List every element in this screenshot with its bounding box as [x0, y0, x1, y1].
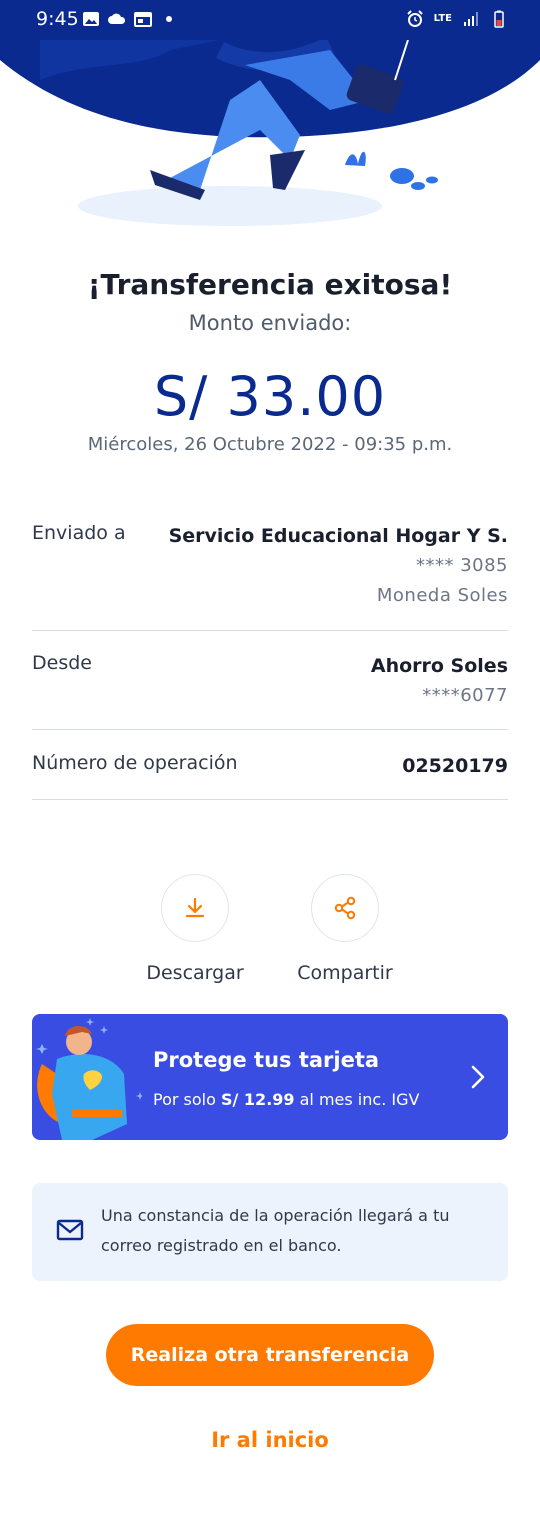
- mail-icon: [56, 1219, 84, 1241]
- promo-text-prefix: Por solo: [153, 1090, 221, 1109]
- download-label[interactable]: Descargar: [125, 962, 265, 984]
- detail-row-from: Desde Ahorro Soles ****6077: [32, 652, 508, 730]
- share-icon: [334, 896, 356, 920]
- signal-icon: [464, 12, 478, 26]
- battery-icon: [494, 10, 504, 28]
- promo-text-suffix: al mes inc. IGV: [294, 1090, 420, 1109]
- alarm-icon: [406, 10, 423, 27]
- image-icon: [83, 12, 99, 26]
- download-action[interactable]: Descargar: [125, 874, 265, 984]
- recipient-currency: Moneda Soles: [376, 585, 508, 606]
- dot-icon: [166, 16, 172, 22]
- promo-text: Por solo S/ 12.99 al mes inc. IGV: [153, 1090, 419, 1109]
- transfer-datetime: Miércoles, 26 Octubre 2022 - 09:35 p.m.: [87, 434, 453, 455]
- notice-text: Una constancia de la operación llegará a…: [101, 1206, 450, 1255]
- lte-icon: LTE: [433, 13, 452, 24]
- detail-row-operation: Número de operación 02520179: [32, 752, 508, 800]
- download-icon: [185, 897, 205, 918]
- chevron-right-icon[interactable]: [470, 1064, 486, 1090]
- hero-illustration: [0, 40, 540, 226]
- go-home-link[interactable]: Ir al inicio: [0, 1428, 540, 1452]
- status-time: 9:45: [36, 8, 79, 30]
- download-button[interactable]: [161, 874, 229, 942]
- amount-value: S/ 33.00: [153, 365, 387, 428]
- source-account-name: Ahorro Soles: [370, 655, 508, 677]
- share-button[interactable]: [311, 874, 379, 942]
- status-bar: 9:45 LTE: [0, 0, 540, 40]
- source-account-number: ****6077: [422, 685, 508, 706]
- share-action[interactable]: Compartir: [275, 874, 415, 984]
- page-title: ¡Transferencia exitosa!: [87, 268, 453, 301]
- cloud-icon: [108, 13, 126, 24]
- new-transfer-button[interactable]: Realiza otra transferencia: [106, 1324, 434, 1386]
- operation-number: 02520179: [402, 755, 508, 777]
- from-label: Desde: [32, 652, 92, 674]
- sent-to-label: Enviado a: [32, 522, 126, 544]
- promo-banner[interactable]: Protege tus tarjeta Por solo S/ 12.99 al…: [32, 1014, 508, 1140]
- amount-caption: Monto enviado:: [188, 311, 352, 335]
- promo-price: S/ 12.99: [220, 1090, 295, 1109]
- recipient-name: Servicio Educacional Hogar Y S.: [168, 525, 508, 547]
- recipient-account: **** 3085: [415, 555, 508, 576]
- share-label[interactable]: Compartir: [275, 962, 415, 984]
- calendar-icon: [134, 12, 152, 27]
- operation-label: Número de operación: [32, 752, 238, 774]
- superhero-illustration: [36, 1018, 142, 1140]
- detail-row-sent-to: Enviado a Servicio Educacional Hogar Y S…: [32, 522, 508, 631]
- email-notice: Una constancia de la operación llegará a…: [32, 1183, 508, 1281]
- promo-title: Protege tus tarjeta: [153, 1048, 380, 1072]
